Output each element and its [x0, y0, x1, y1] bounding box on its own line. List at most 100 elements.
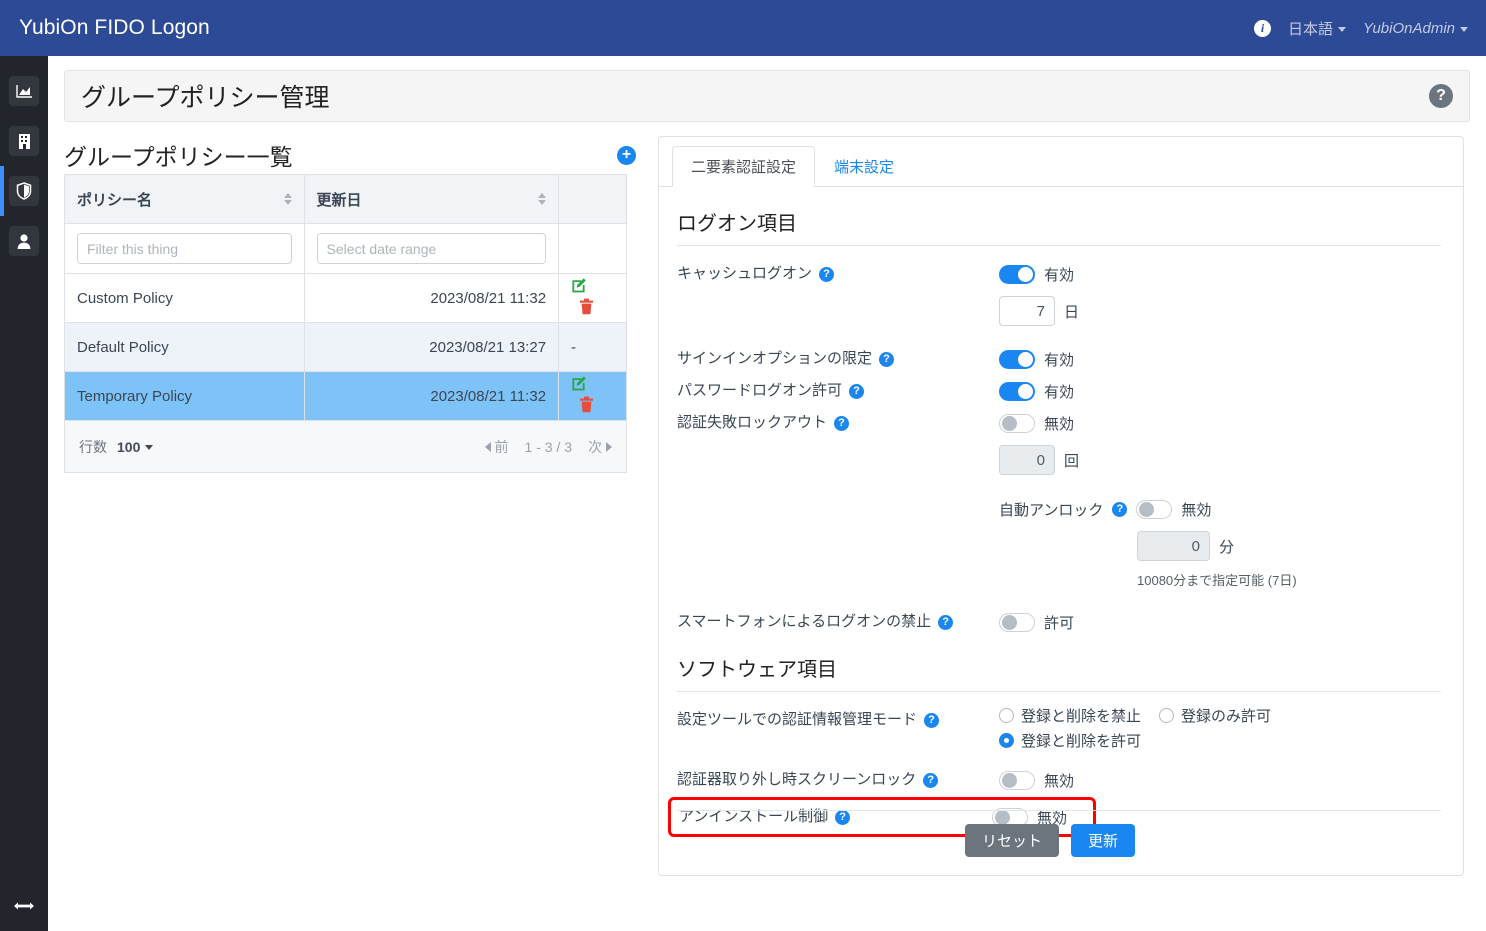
auth-fail-count-group: 回 — [999, 445, 1297, 475]
table-head: ポリシー名 更新日 — [65, 175, 627, 224]
unit-label: 日 — [1064, 301, 1079, 322]
pagination: 前 1 - 3 / 3 次 — [485, 437, 612, 457]
auth-fail-lockout-toggle[interactable] — [999, 414, 1035, 433]
toggle-group: 有効 — [999, 344, 1074, 374]
delete-icon[interactable] — [579, 396, 594, 417]
setting-password-logon-allow: パスワードログオン許可 ? 有効 — [677, 376, 1441, 406]
toggle-state-label: 無効 — [1181, 499, 1211, 520]
search-input[interactable] — [77, 233, 292, 264]
label-text: パスワードログオン許可 — [677, 376, 842, 406]
column-header-updated[interactable]: 更新日 — [304, 175, 559, 224]
page-range: 1 - 3 / 3 — [525, 439, 572, 455]
account-label: YubiOnAdmin — [1363, 20, 1455, 37]
cache-logon-days-group: 日 — [999, 296, 1079, 326]
chevron-down-icon — [145, 445, 153, 450]
chevron-down-icon — [1338, 27, 1346, 32]
screen-lock-toggle[interactable] — [999, 771, 1035, 790]
language-selector[interactable]: 日本語 — [1288, 18, 1346, 39]
radio-option-deny-register-delete[interactable]: 登録と削除を禁止 — [999, 705, 1141, 726]
policy-detail-column: 二要素認証設定 端末設定 ログオン項目 キャッシュログオン ? — [658, 136, 1464, 876]
help-icon[interactable]: ? — [923, 773, 938, 788]
edit-icon[interactable] — [571, 375, 588, 396]
toggle-state-label: 無効 — [1044, 413, 1074, 434]
setting-label: 設定ツールでの認証情報管理モード ? — [677, 705, 999, 735]
top-navbar: YubiOn FIDO Logon i 日本語 YubiOnAdmin — [0, 0, 1486, 56]
app-brand: YubiOn FIDO Logon — [19, 16, 210, 40]
help-icon[interactable]: ? — [819, 267, 834, 282]
help-icon[interactable]: ? — [1112, 502, 1127, 517]
tab-bar: 二要素認証設定 端末設定 — [659, 137, 1463, 187]
policy-table: ポリシー名 更新日 — [64, 174, 627, 421]
label-text: キャッシュログオン — [677, 259, 812, 289]
help-icon[interactable]: ? — [834, 416, 849, 431]
toggle-state-label: 無効 — [1044, 770, 1074, 791]
cache-logon-toggle[interactable] — [999, 265, 1035, 284]
cell-actions: - — [559, 323, 627, 372]
auto-unlock-toggle[interactable] — [1136, 500, 1172, 519]
help-icon[interactable]: ? — [879, 352, 894, 367]
help-icon[interactable]: ? — [849, 384, 864, 399]
setting-label: 認証失敗ロックアウト ? — [677, 408, 999, 438]
unit-label: 回 — [1064, 450, 1079, 471]
table-row[interactable]: Custom Policy 2023/08/21 11:32 — [65, 274, 627, 323]
table-row[interactable]: Default Policy 2023/08/21 13:27 - — [65, 323, 627, 372]
smartphone-logon-toggle[interactable] — [999, 613, 1035, 632]
column-header-name[interactable]: ポリシー名 — [65, 175, 305, 224]
sidebar-item-organization[interactable] — [0, 116, 48, 166]
tab-two-factor-settings[interactable]: 二要素認証設定 — [672, 146, 815, 187]
toggle-group: 有効 — [999, 376, 1074, 406]
help-icon[interactable]: ? — [938, 615, 953, 630]
radio-option-allow-register-delete[interactable]: 登録と削除を許可 — [999, 730, 1141, 751]
info-circle-icon[interactable]: i — [1254, 20, 1271, 37]
sidebar-collapse-toggle[interactable] — [0, 885, 48, 931]
rows-per-page-value: 100 — [117, 439, 140, 455]
cell-updated: 2023/08/21 13:27 — [304, 323, 559, 372]
language-label: 日本語 — [1288, 18, 1333, 39]
sidebar-item-policy[interactable] — [0, 166, 48, 216]
signin-option-limit-toggle[interactable] — [999, 350, 1035, 369]
toggle-group: 無効 — [999, 408, 1297, 438]
tab-device-settings[interactable]: 端末設定 — [815, 146, 913, 187]
radio-label: 登録のみ許可 — [1181, 705, 1271, 726]
help-icon[interactable]: ? — [924, 713, 939, 728]
account-menu[interactable]: YubiOnAdmin — [1363, 20, 1468, 37]
two-column-layout: グループポリシー一覧 + ポリシー名 更新日 — [64, 136, 1470, 876]
navbar-right-group: i 日本語 YubiOnAdmin — [1254, 18, 1468, 39]
next-page-button[interactable]: 次 — [588, 437, 612, 457]
list-title: グループポリシー一覧 — [64, 138, 293, 172]
page-header: グループポリシー管理 ? — [64, 70, 1470, 122]
divider — [677, 810, 1441, 811]
building-icon — [9, 126, 39, 156]
password-logon-toggle[interactable] — [999, 382, 1035, 401]
column-header-actions — [559, 175, 627, 224]
question-mark-icon[interactable]: ? — [1429, 84, 1453, 108]
plus-circle-icon[interactable]: + — [617, 146, 636, 165]
delete-icon[interactable] — [579, 298, 594, 319]
setting-label: 認証器取り外し時スクリーンロック ? — [677, 765, 999, 795]
update-button[interactable]: 更新 — [1071, 824, 1135, 857]
reset-button[interactable]: リセット — [965, 824, 1059, 857]
help-icon[interactable]: ? — [835, 810, 850, 825]
auth-fail-count-input[interactable] — [999, 445, 1055, 475]
cache-logon-days-input[interactable] — [999, 296, 1055, 326]
unit-label: 分 — [1219, 536, 1234, 557]
next-page-label: 次 — [588, 437, 602, 457]
table-row[interactable]: Temporary Policy 2023/08/21 11:32 — [65, 372, 627, 421]
sidebar-item-dashboard[interactable] — [0, 66, 48, 116]
toggle-state-label: 有効 — [1044, 381, 1074, 402]
setting-label: パスワードログオン許可 ? — [677, 376, 999, 406]
main-content: グループポリシー管理 ? グループポリシー一覧 + ポリシー名 — [48, 56, 1486, 931]
sidebar-item-users[interactable] — [0, 216, 48, 266]
prev-page-button[interactable]: 前 — [485, 437, 509, 457]
date-range-input[interactable] — [317, 233, 547, 264]
cell-actions — [559, 372, 627, 421]
rows-per-page-select[interactable]: 100 — [117, 439, 153, 455]
radio-circle-icon — [999, 733, 1014, 748]
toggle-group: 有効 — [999, 259, 1079, 289]
edit-icon[interactable] — [571, 277, 588, 298]
auto-unlock-hint: 10080分まで指定可能 (7日) — [1137, 570, 1297, 589]
setting-cred-manage-mode: 設定ツールでの認証情報管理モード ? 登録と削除を禁止 登録のみ許可 — [677, 705, 1441, 751]
auto-unlock-minutes-input[interactable] — [1137, 531, 1210, 561]
radio-option-register-only[interactable]: 登録のみ許可 — [1159, 705, 1271, 726]
setting-screen-lock-on-remove: 認証器取り外し時スクリーンロック ? 無効 — [677, 765, 1441, 795]
